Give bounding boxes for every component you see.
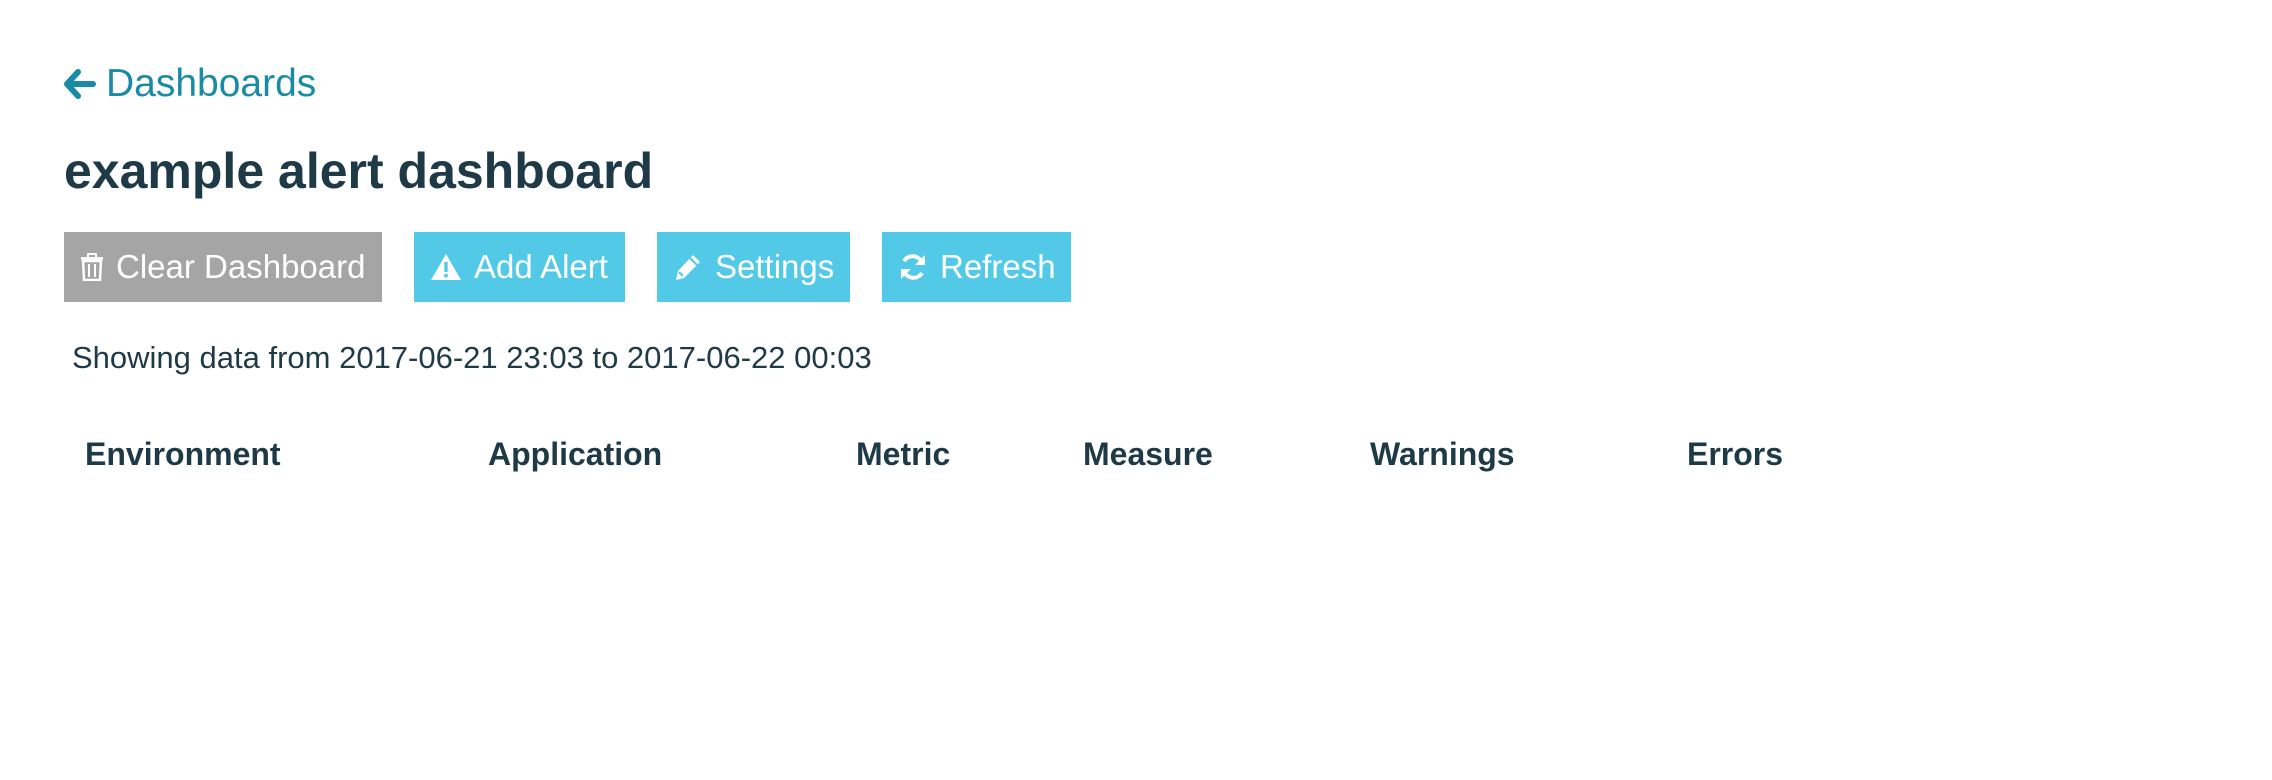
alert-dashboard-page: Dashboards example alert dashboard Clear… [0,0,2272,780]
refresh-button[interactable]: Refresh [882,232,1071,302]
column-header-warnings: Warnings [1370,436,1515,472]
trash-icon [80,253,104,281]
column-header-environment: Environment [85,436,281,472]
column-header-errors: Errors [1687,436,1784,472]
add-alert-button[interactable]: Add Alert [414,232,625,302]
dashboard-toolbar: Clear Dashboard Add Alert Settings Refre… [64,232,1071,302]
column-header-measure: Measure [1083,436,1213,472]
clear-dashboard-label: Clear Dashboard [116,248,366,285]
page-title: example alert dashboard [64,143,654,199]
add-alert-label: Add Alert [474,248,608,285]
pencil-icon [673,252,703,282]
alerts-table-header: Environment Application Metric Measure W… [0,436,2272,480]
arrow-left-icon [64,68,96,100]
date-range-text: Showing data from 2017-06-21 23:03 to 20… [72,340,872,375]
back-link-label: Dashboards [106,62,317,105]
back-to-dashboards-link[interactable]: Dashboards [64,62,316,106]
column-header-metric: Metric [856,436,951,472]
settings-label: Settings [715,248,835,285]
column-header-application: Application [488,436,663,472]
settings-button[interactable]: Settings [657,232,850,302]
clear-dashboard-button[interactable]: Clear Dashboard [64,232,382,302]
refresh-icon [898,252,928,282]
warning-icon [430,253,462,281]
refresh-label: Refresh [940,248,1056,285]
